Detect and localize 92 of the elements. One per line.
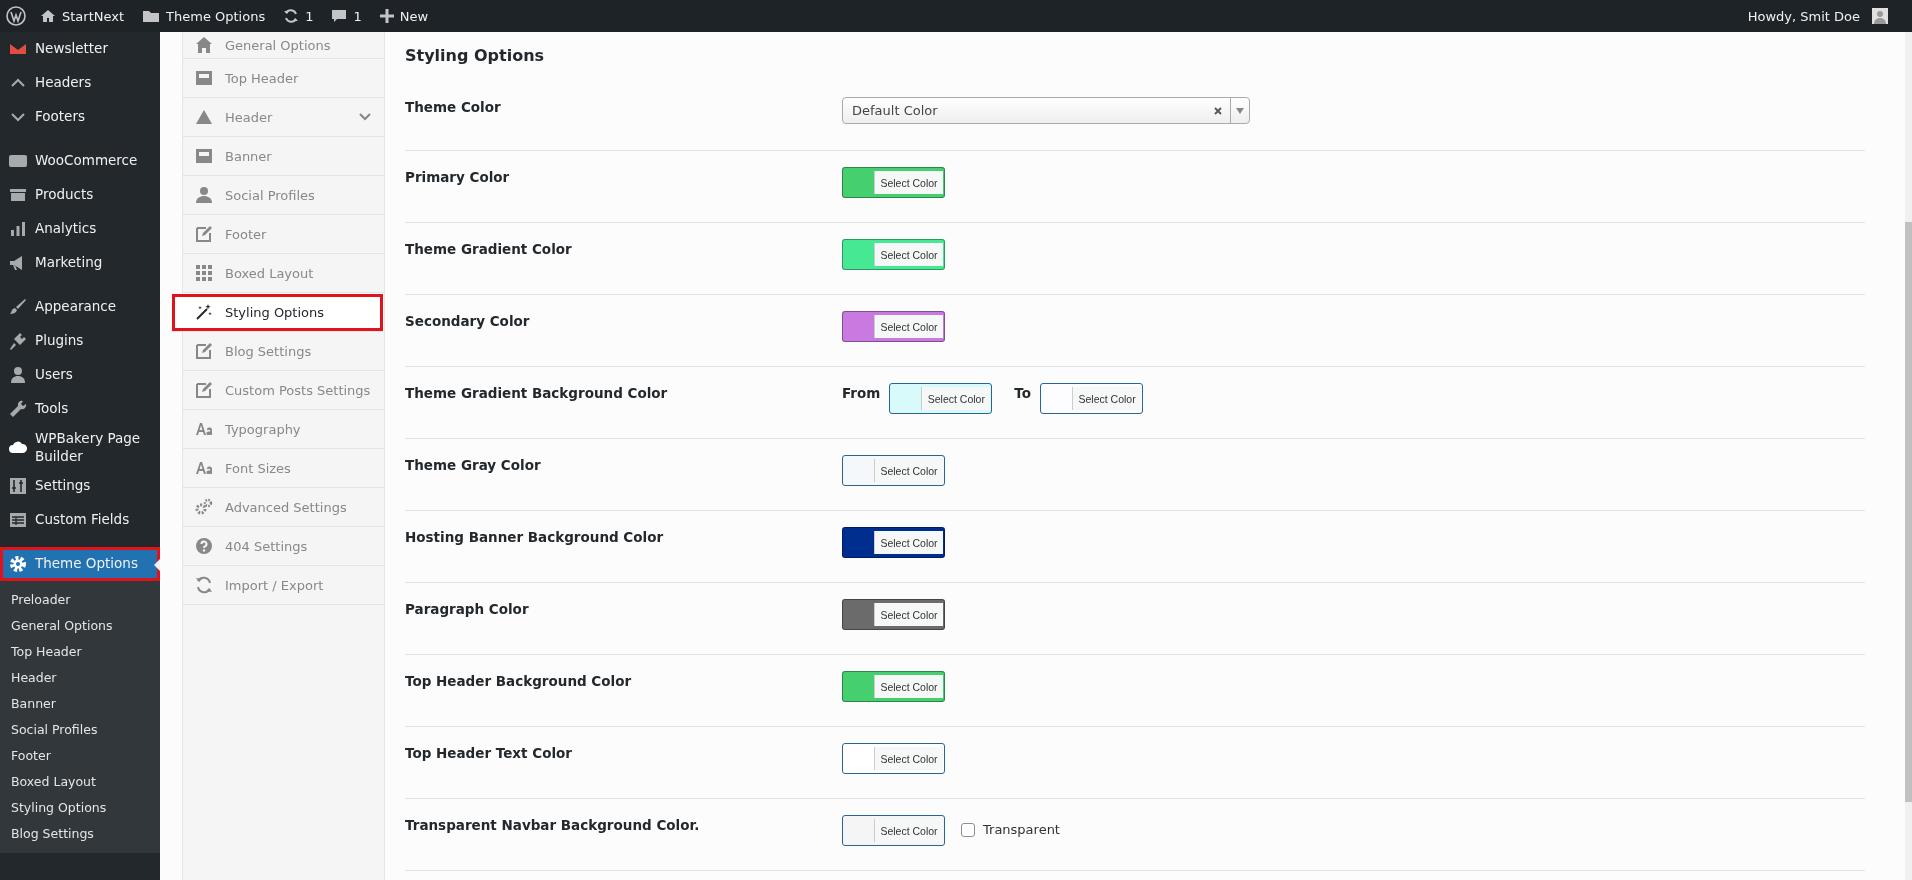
sliders-icon	[8, 476, 28, 497]
field-label: Theme Gradient Color	[405, 240, 573, 259]
admin-menu-item[interactable]: Theme Options	[0, 547, 160, 582]
sync-icon	[195, 576, 213, 594]
color-picker-button[interactable]: Select Color	[889, 383, 993, 414]
admin-menu-item[interactable]: Newsletter	[0, 32, 160, 66]
comments-link[interactable]: 1	[331, 8, 362, 24]
magic-wand-icon	[195, 303, 213, 321]
submenu-item[interactable]: Boxed Layout	[0, 769, 160, 796]
admin-menu-item[interactable]: Marketing	[0, 246, 160, 280]
field-label: Theme Gray Color	[405, 456, 542, 475]
layout-icon	[195, 147, 213, 165]
theme-options-link[interactable]: Theme Options	[142, 8, 266, 24]
admin-menu-item[interactable]: Settings	[0, 469, 160, 504]
color-picker-button[interactable]: Select Color	[842, 239, 945, 270]
admin-menu-item[interactable]: Footers	[0, 100, 160, 134]
submenu-item[interactable]: Banner	[0, 691, 160, 718]
color-picker-button[interactable]: Select Color	[842, 743, 945, 774]
edit-icon	[195, 225, 213, 243]
clear-icon[interactable]	[1214, 106, 1222, 115]
font-icon	[195, 420, 213, 438]
checkbox-label: Transparent	[983, 821, 1060, 837]
checkbox[interactable]	[961, 823, 975, 837]
help-icon	[195, 537, 213, 555]
section-title: Styling Options	[405, 46, 546, 65]
home-icon	[195, 36, 213, 54]
field-label: Secondary Color	[405, 312, 531, 331]
admin-menu-item[interactable]: Custom Fields	[0, 503, 160, 538]
submenu-item[interactable]: Footer	[0, 743, 160, 770]
settings-icon	[8, 554, 28, 575]
wrench-icon	[8, 399, 28, 419]
admin-menu-item[interactable]: Tools	[0, 392, 160, 426]
submenu-item[interactable]: Preloader	[0, 587, 160, 614]
admin-menu-item[interactable]: Plugins	[0, 324, 160, 358]
submenu-item[interactable]: Social Profiles	[0, 717, 160, 744]
color-picker-button[interactable]: Select Color	[842, 671, 945, 702]
bar-chart-icon	[8, 219, 28, 239]
admin-menu-item[interactable]: Users	[0, 358, 160, 392]
field-label: Top Header Background Color	[405, 672, 633, 691]
avatar-icon	[1872, 8, 1888, 24]
field-label: Top Header Text Color	[405, 744, 573, 763]
edit-icon	[195, 381, 213, 399]
chevron-down-icon[interactable]	[358, 112, 372, 122]
comment-icon	[331, 8, 348, 24]
color-picker-button[interactable]: Select Color	[842, 311, 945, 342]
submenu-item[interactable]: General Options	[0, 613, 160, 640]
from-label: From	[842, 384, 881, 401]
to-label: To	[1014, 384, 1032, 401]
color-picker-button[interactable]: Select Color	[842, 527, 945, 558]
site-link[interactable]: StartNext	[40, 8, 125, 24]
field-label: Paragraph Color	[405, 600, 530, 619]
submenu-item[interactable]: Blog Settings	[0, 821, 160, 848]
theme-color-select[interactable]: Default Color	[842, 97, 1250, 124]
user-icon	[8, 365, 28, 385]
field-label: Hosting Banner Background Color	[405, 528, 665, 547]
submenu-item[interactable]: Top Header	[0, 639, 160, 666]
color-picker-button[interactable]: Select Color	[842, 599, 945, 630]
brush-icon	[8, 297, 28, 317]
home-icon	[40, 8, 56, 24]
updates-link[interactable]: 1	[283, 8, 314, 24]
color-picker-button[interactable]: Select Color	[842, 167, 945, 198]
submenu-item[interactable]: Styling Options	[0, 795, 160, 822]
color-picker-button[interactable]: Select Color	[842, 815, 945, 846]
scrollbar-thumb[interactable]	[1905, 222, 1912, 802]
admin-menu-item[interactable]: WooCommerce	[0, 144, 160, 178]
account-link[interactable]: Howdy, Smit Doe	[1747, 8, 1888, 24]
plus-icon	[379, 9, 394, 23]
triangle-icon	[195, 108, 213, 126]
submenu-item[interactable]: Header	[0, 665, 160, 692]
admin-menu-item[interactable]: Headers	[0, 66, 160, 100]
field-label: Transparent Navbar Background Color.	[405, 816, 701, 835]
admin-menu-item[interactable]: Analytics	[0, 212, 160, 246]
gears-icon	[195, 498, 213, 516]
color-picker-button[interactable]: Select Color	[842, 455, 945, 486]
plug-icon	[8, 331, 28, 351]
folder-icon	[142, 8, 161, 24]
field-label: Theme Gradient Background Color	[405, 384, 669, 403]
color-picker-button[interactable]: Select Color	[1040, 383, 1144, 414]
options-nav-item[interactable]: Styling Options	[171, 293, 384, 332]
field-label: Theme Color	[405, 98, 502, 117]
field-label: Primary Color	[405, 168, 511, 187]
wordpress-logo-icon[interactable]	[6, 6, 26, 26]
refresh-icon	[283, 8, 300, 24]
admin-menu-item[interactable]: Appearance	[0, 290, 160, 324]
new-link[interactable]: New	[379, 8, 429, 24]
edit-icon	[195, 342, 213, 360]
grid-icon	[195, 264, 213, 282]
layout-icon	[195, 69, 213, 87]
admin-menu-item[interactable]: WPBakery Page Builder	[0, 426, 160, 470]
user-icon	[195, 186, 213, 204]
font-icon	[195, 459, 213, 477]
admin-menu-item[interactable]: Products	[0, 178, 160, 212]
